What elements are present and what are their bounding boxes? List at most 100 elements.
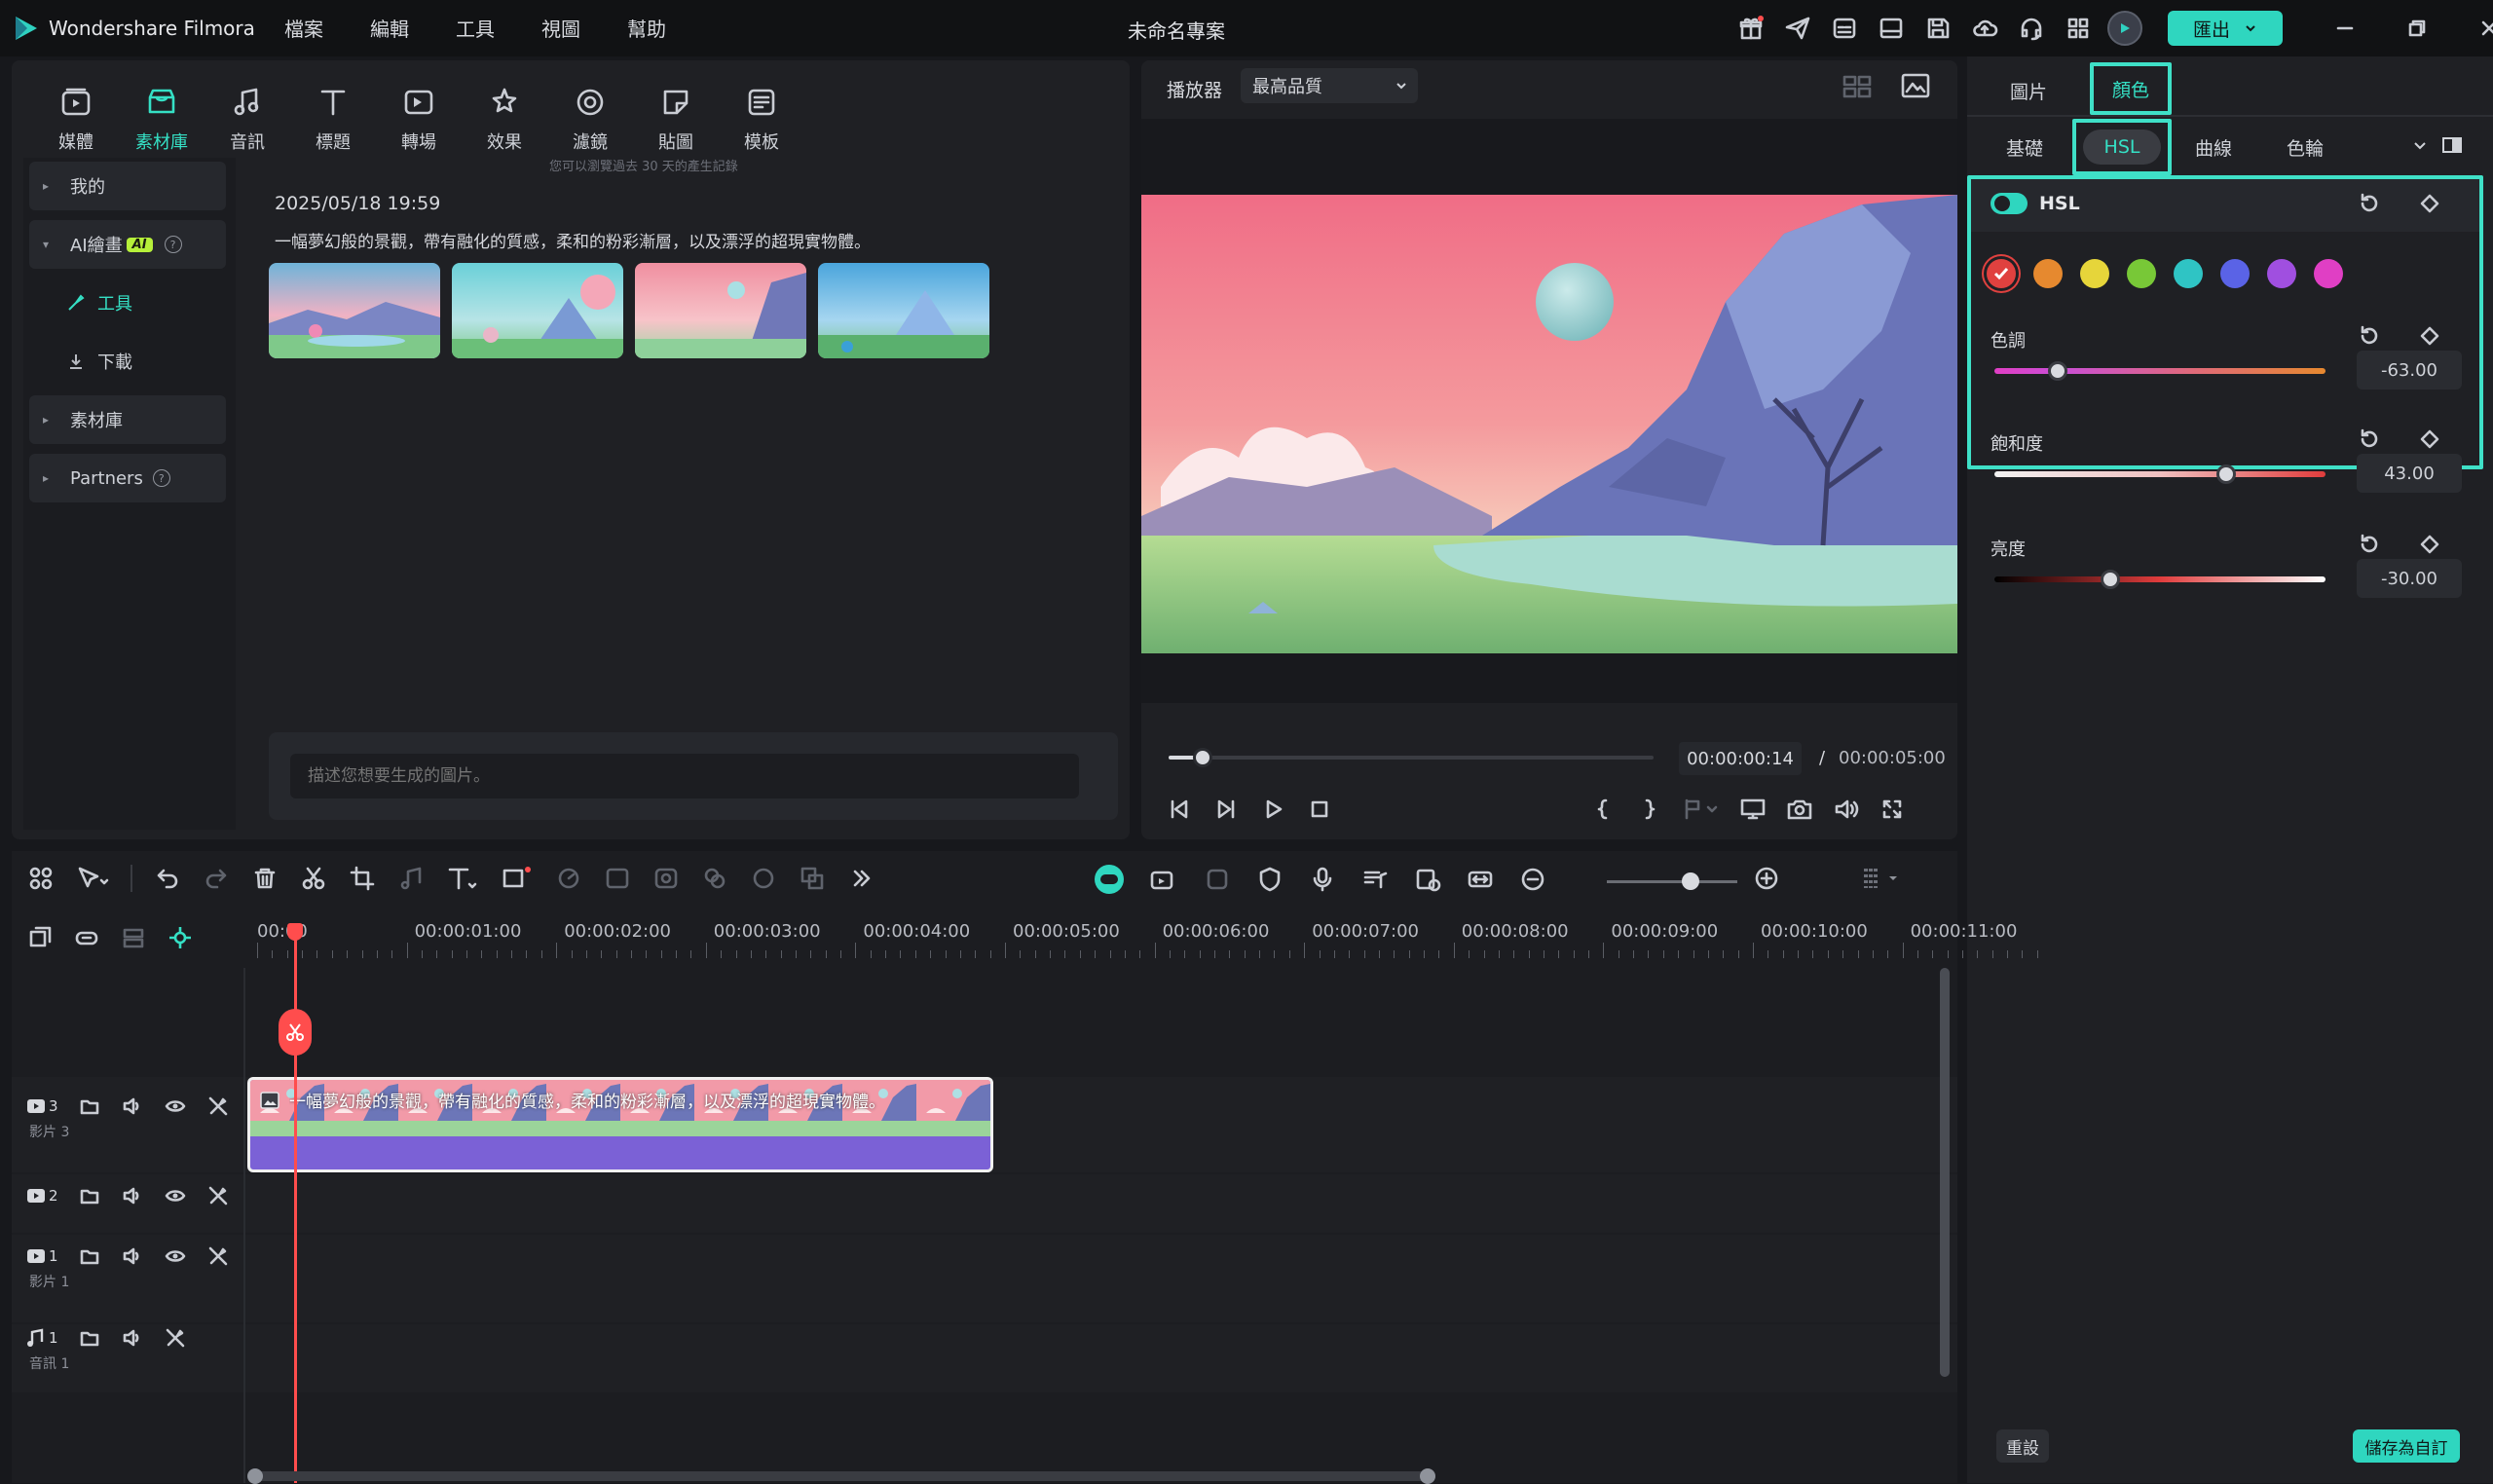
slider-track[interactable] (1994, 464, 2326, 484)
speaker-icon[interactable] (121, 1184, 144, 1207)
folder-icon[interactable] (78, 1326, 101, 1350)
generated-image-4[interactable] (818, 263, 989, 358)
hsl-toggle[interactable] (1991, 193, 2028, 214)
sidebar-item-tools[interactable]: 工具 (29, 278, 226, 327)
color-swatch[interactable] (2033, 259, 2063, 288)
shape-tool-icon[interactable] (501, 865, 534, 892)
folder-icon[interactable] (78, 1184, 101, 1207)
tab-media[interactable]: 媒體 (33, 82, 119, 154)
reset-icon[interactable] (2357, 191, 2382, 216)
play-icon[interactable] (1260, 797, 1285, 822)
volume-icon[interactable] (1833, 797, 1860, 822)
slider-value-input[interactable]: -63.00 (2357, 351, 2462, 390)
crop-icon[interactable] (349, 865, 376, 892)
layout-grid-icon[interactable] (27, 865, 55, 892)
zoom-in-icon[interactable] (1753, 865, 1780, 892)
help-icon[interactable]: ? (164, 236, 182, 253)
delete-icon[interactable] (251, 865, 279, 892)
keyframe-icon[interactable] (2417, 191, 2442, 216)
slider-track[interactable] (1994, 570, 2326, 589)
reset-icon[interactable] (2357, 532, 2382, 557)
color-swatch[interactable] (2267, 259, 2296, 288)
display-icon[interactable] (1739, 797, 1767, 822)
speed-icon[interactable] (555, 865, 582, 892)
reset-button[interactable]: 重設 (1996, 1429, 2049, 1463)
color-swatch[interactable] (2220, 259, 2250, 288)
microphone-icon[interactable] (1309, 866, 1336, 893)
menu-edit[interactable]: 編輯 (370, 14, 409, 42)
quality-select[interactable]: 最高品質 (1241, 68, 1418, 103)
tab-transitions[interactable]: 轉場 (376, 82, 462, 154)
layout-icon[interactable] (1872, 9, 1911, 48)
slider-handle[interactable] (2216, 464, 2236, 484)
ai-cutout-icon[interactable] (750, 865, 777, 892)
replace-clip-icon[interactable] (1414, 866, 1441, 893)
close-icon[interactable] (2470, 9, 2493, 48)
slider-value-input[interactable]: 43.00 (2357, 454, 2462, 493)
reset-icon[interactable] (2357, 323, 2382, 349)
vertical-scroll-thumb[interactable] (1940, 968, 1950, 1377)
speaker-icon[interactable] (121, 1094, 144, 1118)
keyframe-icon[interactable] (2417, 427, 2442, 452)
send-icon[interactable] (1778, 9, 1817, 48)
stop-icon[interactable] (1307, 797, 1332, 822)
lock-edit-icon[interactable] (206, 1244, 230, 1268)
select-tool-icon[interactable] (76, 865, 109, 892)
add-track-icon[interactable] (27, 925, 53, 950)
color-swatch[interactable] (2314, 259, 2343, 288)
save-icon[interactable] (1918, 9, 1957, 48)
lock-edit-icon[interactable] (164, 1326, 187, 1350)
menu-tools[interactable]: 工具 (456, 14, 495, 42)
text-tool-icon[interactable] (446, 865, 479, 892)
subtab-color-wheels[interactable]: 色輪 (2287, 134, 2324, 161)
speaker-icon[interactable] (121, 1244, 144, 1268)
tab-color[interactable]: 顏色 (2090, 62, 2172, 115)
tab-stock-library[interactable]: 素材庫 (119, 82, 205, 154)
eye-icon[interactable] (164, 1094, 187, 1118)
color-swatch[interactable] (2080, 259, 2109, 288)
undo-icon[interactable] (154, 865, 181, 892)
image-quality-icon[interactable] (1901, 72, 1930, 99)
restore-icon[interactable] (2398, 9, 2437, 48)
sidebar-item-ai-image[interactable]: ▾ AI繪畫 AI ? (29, 220, 226, 269)
lock-edit-icon[interactable] (206, 1094, 230, 1118)
headset-icon[interactable] (2012, 9, 2051, 48)
cloud-icon[interactable] (1965, 9, 2004, 48)
tab-templates[interactable]: 模板 (719, 82, 804, 154)
eye-icon[interactable] (164, 1184, 187, 1207)
apps-grid-icon[interactable] (2059, 9, 2098, 48)
compare-view-icon[interactable] (2440, 134, 2464, 156)
track-layout-icon[interactable] (1860, 865, 1899, 892)
subtab-basic[interactable]: 基礎 (2006, 134, 2043, 161)
slider-handle[interactable] (2047, 361, 2067, 381)
mark-out-icon[interactable] (1636, 797, 1661, 822)
folder-icon[interactable] (78, 1094, 101, 1118)
generated-image-1[interactable] (269, 263, 440, 358)
zoom-slider[interactable] (1607, 872, 1737, 890)
current-time[interactable]: 00:00:00:14 (1679, 742, 1802, 775)
track-height-icon[interactable] (121, 925, 146, 950)
scroll-start-handle[interactable] (247, 1468, 263, 1484)
multicam-icon[interactable] (1149, 866, 1178, 893)
ai-mate-icon[interactable] (1095, 865, 1124, 894)
tab-titles[interactable]: 標題 (290, 82, 376, 154)
tab-filters[interactable]: 濾鏡 (547, 82, 633, 154)
subtab-curves[interactable]: 曲線 (2195, 134, 2232, 161)
sidebar-item-partners[interactable]: ▸ Partners ? (29, 454, 226, 502)
minimize-icon[interactable] (2326, 9, 2364, 48)
keyframe-icon[interactable] (2417, 532, 2442, 557)
shield-icon[interactable] (1256, 866, 1284, 893)
menu-help[interactable]: 幫助 (627, 14, 666, 42)
avatar[interactable] (2105, 9, 2144, 48)
ai-text-icon[interactable] (604, 865, 631, 892)
progress-handle[interactable] (1192, 748, 1212, 767)
mask-icon[interactable] (701, 865, 728, 892)
generated-image-2[interactable] (452, 263, 623, 358)
time-ruler[interactable]: 00:00 00:00:01:00 00:00:02:00 00:00:03:00 00… (245, 919, 2038, 966)
scroll-end-handle[interactable] (1420, 1468, 1435, 1484)
keyframe-icon[interactable] (2417, 323, 2442, 349)
export-button[interactable]: 匯出 (2168, 11, 2283, 46)
slider-handle[interactable] (2101, 570, 2120, 589)
audio-edit-icon[interactable] (397, 865, 425, 892)
marker-icon[interactable] (1681, 797, 1720, 822)
